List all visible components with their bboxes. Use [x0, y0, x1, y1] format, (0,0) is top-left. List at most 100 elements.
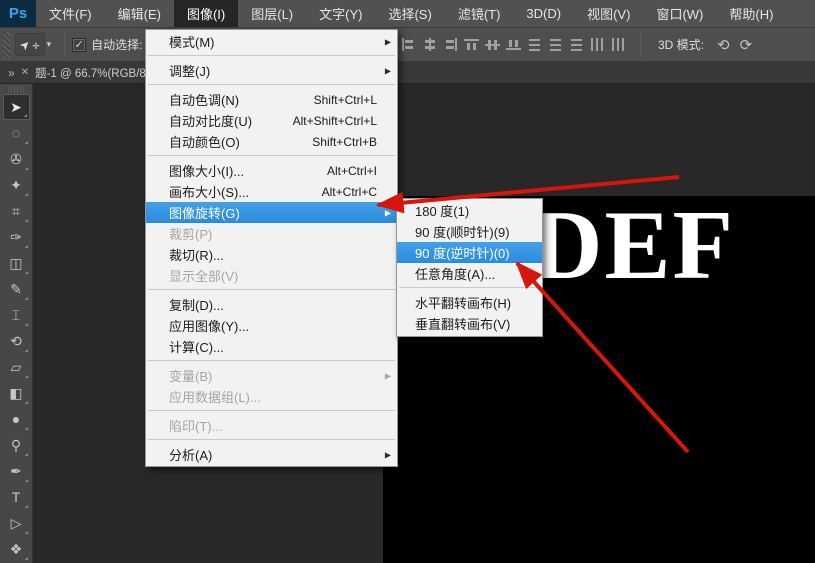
type-tool[interactable]: T	[3, 484, 30, 510]
distribute-left-edges-icon[interactable]	[590, 38, 605, 51]
menubar-item-file[interactable]: 文件(F)	[36, 0, 105, 27]
align-right-edges-icon[interactable]	[443, 38, 458, 51]
blur-tool-icon: ●	[12, 411, 20, 427]
menubar-item-type[interactable]: 文字(Y)	[306, 0, 375, 27]
quick-selection-tool[interactable]: ✦	[3, 172, 30, 198]
menubar-item-view[interactable]: 视图(V)	[574, 0, 643, 27]
marquee-tool[interactable]: ◌	[3, 120, 30, 146]
blur-tool[interactable]: ●	[3, 406, 30, 432]
menubar-item-window[interactable]: 窗口(W)	[643, 0, 716, 27]
rotate-submenu-item-flip-canvas-horizontal[interactable]: 水平翻转画布(H)	[397, 292, 542, 313]
submenu-arrow-icon: ▶	[385, 450, 391, 459]
image-menu-item-apply-data-set[interactable]: 应用数据组(L)...	[146, 386, 397, 407]
tool-preset-caret-icon[interactable]: ▾	[47, 39, 52, 50]
menubar-item-edit[interactable]: 编辑(E)	[105, 0, 174, 27]
current-tool-indicator[interactable]: ➤ ✛	[15, 33, 45, 56]
image-menu-item-analysis[interactable]: 分析(A)▶	[146, 444, 397, 465]
image-menu-item-crop[interactable]: 裁剪(P)	[146, 223, 397, 244]
3d-orbit-icon[interactable]: ⟲	[717, 36, 730, 54]
image-menu-item-auto-color[interactable]: 自动颜色(O)Shift+Ctrl+B	[146, 131, 397, 152]
image-menu-item-image-rotation[interactable]: 图像旋转(G)▶	[146, 202, 397, 223]
eyedropper-tool[interactable]: ✑	[3, 224, 30, 250]
image-menu-item-mode[interactable]: 模式(M)▶	[146, 31, 397, 52]
image-menu-item-canvas-size[interactable]: 画布大小(S)...Alt+Ctrl+C	[146, 181, 397, 202]
healing-brush-tool[interactable]: ◫	[3, 250, 30, 276]
rotate-submenu-item-label: 90 度(顺时针)(9)	[415, 222, 510, 241]
rotate-submenu-item-flip-canvas-vertical[interactable]: 垂直翻转画布(V)	[397, 313, 542, 334]
align-horizontal-centers-icon[interactable]	[422, 38, 437, 51]
gradient-tool-icon: ◧	[9, 385, 22, 402]
align-vertical-centers-icon[interactable]	[485, 38, 500, 51]
menubar-item-filter[interactable]: 滤镜(T)	[445, 0, 514, 27]
tab-close-icon[interactable]: ✕	[21, 67, 29, 78]
auto-select-checkbox[interactable]: ✓	[72, 38, 86, 52]
image-menu-item-label: 应用图像(Y)...	[169, 316, 249, 335]
path-selection-tool[interactable]: ▷	[3, 510, 30, 536]
image-menu-item-trap[interactable]: 陷印(T)...	[146, 415, 397, 436]
document-tab-title[interactable]: 题-1 @ 66.7%(RGB/8	[35, 65, 146, 81]
image-menu-separator	[148, 84, 395, 85]
align-top-edges-icon[interactable]	[464, 38, 479, 51]
move-tool-icon: ➤	[10, 99, 22, 116]
gradient-tool[interactable]: ◧	[3, 380, 30, 406]
image-menu-item-calculations[interactable]: 计算(C)...	[146, 336, 397, 357]
image-rotation-submenu: 180 度(1)90 度(顺时针)(9)90 度(逆时针)(0)任意角度(A).…	[396, 198, 543, 337]
clone-stamp-tool[interactable]: ⌶	[3, 302, 30, 328]
image-menu-separator	[148, 439, 395, 440]
tab-overflow-icon[interactable]: »	[8, 66, 15, 80]
menubar-item-help[interactable]: 帮助(H)	[716, 0, 786, 27]
distribute-top-edges-icon[interactable]	[527, 38, 542, 51]
distribute-bottom-edges-icon[interactable]	[569, 38, 584, 51]
menubar-item-image[interactable]: 图像(I)	[174, 0, 238, 27]
image-menu-item-variables[interactable]: 变量(B)▶	[146, 365, 397, 386]
image-menu-item-image-size[interactable]: 图像大小(I)...Alt+Ctrl+I	[146, 160, 397, 181]
brush-tool[interactable]: ✎	[3, 276, 30, 302]
history-brush-tool[interactable]: ⟲	[3, 328, 30, 354]
image-menu-item-label: 复制(D)...	[169, 295, 224, 314]
align-bottom-edges-icon[interactable]	[506, 38, 521, 51]
distribute-horizontal-centers-icon[interactable]	[611, 38, 630, 51]
healing-brush-tool-icon: ◫	[9, 255, 22, 272]
ps-logo: Ps	[0, 0, 36, 27]
image-menu-item-trim[interactable]: 裁切(R)...	[146, 244, 397, 265]
distribute-vertical-centers-icon[interactable]	[548, 38, 563, 51]
image-menu-item-reveal-all[interactable]: 显示全部(V)	[146, 265, 397, 286]
menu-bar-items: 文件(F)编辑(E)图像(I)图层(L)文字(Y)选择(S)滤镜(T)3D(D)…	[36, 0, 786, 27]
eraser-tool[interactable]: ▱	[3, 354, 30, 380]
rotate-submenu-item-rotate-90-cw[interactable]: 90 度(顺时针)(9)	[397, 221, 542, 242]
image-menu-item-auto-contrast[interactable]: 自动对比度(U)Alt+Shift+Ctrl+L	[146, 110, 397, 131]
image-menu-item-shortcut: Alt+Ctrl+I	[327, 164, 377, 178]
image-menu-dropdown: 模式(M)▶ 调整(J)▶ 自动色调(N)Shift+Ctrl+L自动对比度(U)A…	[145, 29, 398, 467]
rotate-submenu-item-arbitrary[interactable]: 任意角度(A)...	[397, 263, 542, 284]
menubar-item-layer[interactable]: 图层(L)	[238, 0, 306, 27]
menubar-item-select[interactable]: 选择(S)	[375, 0, 444, 27]
rotate-submenu-item-rotate-90-ccw[interactable]: 90 度(逆时针)(0)	[397, 242, 542, 263]
menubar-item-3d[interactable]: 3D(D)	[513, 0, 574, 27]
options-divider	[640, 33, 641, 57]
image-menu-separator	[148, 55, 395, 56]
clone-stamp-tool-icon: ⌶	[12, 307, 20, 324]
image-menu-item-duplicate[interactable]: 复制(D)...	[146, 294, 397, 315]
pen-tool[interactable]: ✒	[3, 458, 30, 484]
move-tool-icon: ➤	[17, 36, 34, 53]
submenu-arrow-icon: ▶	[385, 37, 391, 46]
image-menu-separator	[148, 289, 395, 290]
tools-panel-grip	[8, 86, 24, 93]
rotate-submenu-item-rotate-180[interactable]: 180 度(1)	[397, 200, 542, 221]
image-menu-item-apply-image[interactable]: 应用图像(Y)...	[146, 315, 397, 336]
image-menu-item-adjustments[interactable]: 调整(J)▶	[146, 60, 397, 81]
crop-tool[interactable]: ⌗	[3, 198, 30, 224]
image-menu-item-shortcut: Shift+Ctrl+B	[312, 135, 377, 149]
lasso-tool[interactable]: ✇	[3, 146, 30, 172]
image-menu-item-auto-tone[interactable]: 自动色调(N)Shift+Ctrl+L	[146, 89, 397, 110]
align-left-edges-icon[interactable]	[401, 38, 416, 51]
custom-shape-tool[interactable]: ❖	[3, 536, 30, 562]
image-menu-separator	[148, 155, 395, 156]
dodge-tool[interactable]: ⚲	[3, 432, 30, 458]
3d-roll-icon[interactable]: ⟳	[740, 36, 753, 54]
image-menu-item-shortcut: Alt+Ctrl+C	[322, 185, 377, 199]
photoshop-window: Ps 文件(F)编辑(E)图像(I)图层(L)文字(Y)选择(S)滤镜(T)3D…	[0, 0, 815, 563]
quick-selection-tool-icon: ✦	[10, 177, 22, 194]
image-menu-item-label: 裁切(R)...	[169, 245, 224, 264]
move-tool[interactable]: ➤	[3, 94, 30, 120]
